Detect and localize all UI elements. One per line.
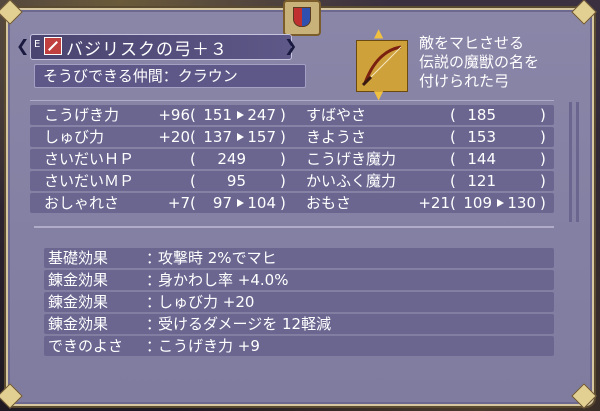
effect-label: 錬金効果 [48,315,109,333]
arrow-right-icon [237,199,244,207]
effect-row: 錬金効果 ： 身かわし率 +4.0% [44,270,554,290]
paren-open: ( [450,128,456,146]
paren-close: ) [540,194,546,212]
paren-open: ( [190,194,196,212]
paren-open: ( [450,106,456,124]
effect-label: 基礎効果 [48,249,109,267]
description-line: 伝説の魔獣の名を [419,53,540,71]
paren-close: ) [280,106,286,124]
item-description: 敵をマヒさせる 伝説の魔獣の名を 付けられた弓 [419,34,579,91]
stat-from: 97 [212,194,232,212]
stat-delta: +21 [418,194,450,212]
effect-value: 受けるダメージを 12軽減 [158,315,332,333]
effect-row: 基礎効果 ： 攻撃時 2%でマヒ [44,248,554,268]
stat-from: 151 [203,106,232,124]
description-line: 敵をマヒさせる [419,34,525,52]
stat-value: 249 [217,150,246,168]
paren-open: ( [190,106,196,124]
stat-name: さいだいＨＰ [44,150,135,168]
paren-close: ) [280,172,286,190]
stat-to: 157 [247,128,276,146]
effect-label: 錬金効果 [48,293,109,311]
paren-open: ( [190,150,196,168]
stat-name: しゅび力 [44,128,105,146]
stat-to: 104 [247,194,276,212]
stat-from: 109 [463,194,492,212]
description-line: 付けられた弓 [419,72,510,90]
arrow-right-icon[interactable]: ❯ [284,36,297,55]
item-image [356,40,408,92]
paren-open: ( [450,194,456,212]
effect-value: こうげき力 +9 [158,337,260,355]
stats-scrollbar[interactable] [569,102,579,222]
stat-name: すばやさ [306,106,367,124]
stat-value: 121 [467,172,496,190]
arrow-right-icon [237,133,244,141]
stat-name: きようさ [306,128,367,146]
stat-name: さいだいＭＰ [44,172,135,190]
paren-open: ( [190,172,196,190]
equippable-members: そうびできる仲間：クラウン [34,64,306,88]
divider [34,226,554,228]
paren-close: ) [540,172,546,190]
effect-label: 錬金効果 [48,271,109,289]
paren-close: ) [540,128,546,146]
stat-delta: +7 [167,194,190,212]
stats-table: こうげき力 +96 ( 151 247 ) しゅび力 +20 ( 137 157… [30,100,554,219]
paren-close: ) [280,150,286,168]
crest-icon [283,0,321,36]
scroll-up-icon[interactable]: ▲ [374,26,383,40]
paren-close: ) [540,150,546,168]
stat-name: おしゃれさ [44,194,120,212]
paren-open: ( [450,172,456,190]
stat-delta: +96 [158,106,190,124]
effect-value: 身かわし率 +4.0% [158,271,289,289]
stat-name: こうげき力 [44,106,120,124]
stat-value: 153 [467,128,496,146]
effect-row: 錬金効果 ： 受けるダメージを 12軽減 [44,314,554,334]
arrow-right-icon [237,111,244,119]
stat-name: おもさ [306,194,352,212]
stat-to: 130 [507,194,536,212]
stat-value: 95 [226,172,246,190]
effect-value: 攻撃時 2%でマヒ [158,249,277,267]
effect-row: 錬金効果 ： しゅび力 +20 [44,292,554,312]
paren-close: ) [280,128,286,146]
stat-to: 247 [247,106,276,124]
paren-open: ( [190,128,196,146]
arrow-right-icon [497,199,504,207]
stat-delta: +20 [158,128,190,146]
effect-value: しゅび力 +20 [158,293,255,311]
effect-row: できのよさ ： こうげき力 +9 [44,336,554,356]
effect-label: できのよさ [48,337,124,355]
stat-value: 185 [467,106,496,124]
arrow-left-icon[interactable]: ❮ [16,36,29,55]
paren-close: ) [280,194,286,212]
paren-open: ( [450,150,456,168]
stat-from: 137 [203,128,232,146]
stat-value: 144 [467,150,496,168]
paren-close: ) [540,106,546,124]
item-name: バジリスクの弓＋３ [66,40,228,60]
stat-name: かいふく魔力 [306,172,397,190]
bow-icon [44,37,62,55]
equipped-badge-icon: E [34,39,41,50]
stat-name: こうげき魔力 [306,150,397,168]
